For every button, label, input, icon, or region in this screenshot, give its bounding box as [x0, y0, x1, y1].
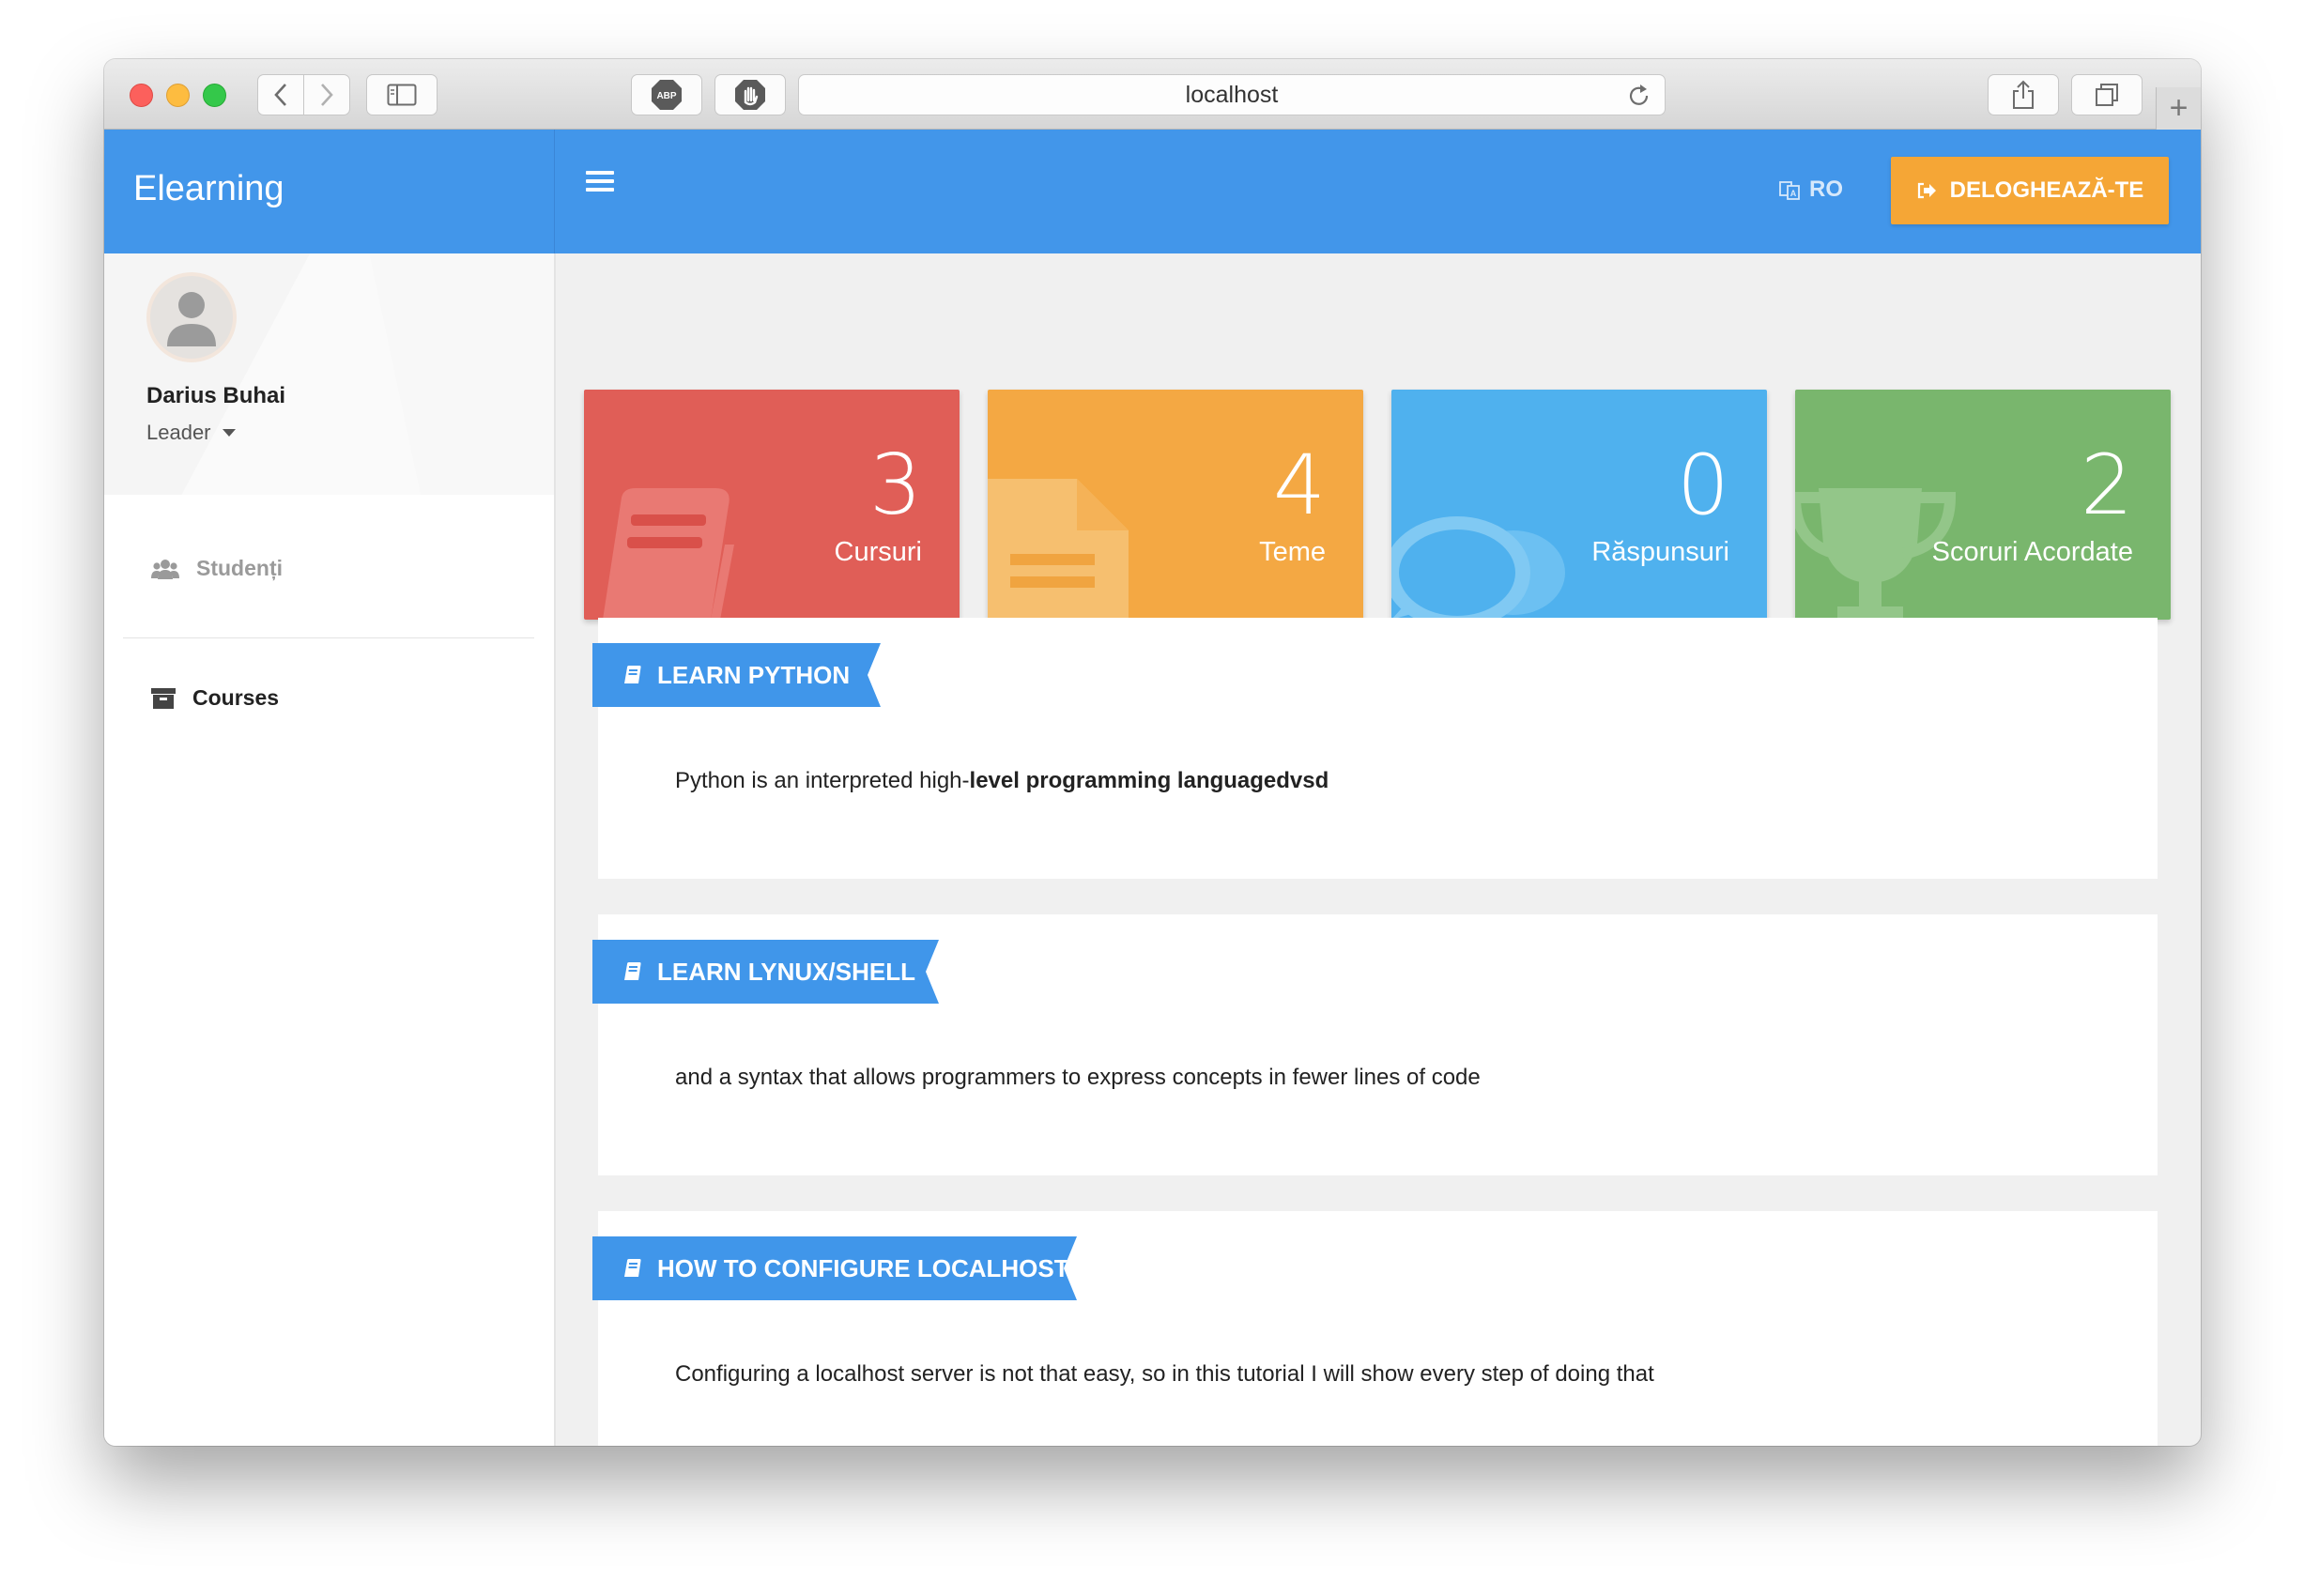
course-title-ribbon[interactable]: LEARN PYTHON: [592, 643, 881, 707]
chevron-left-icon: [274, 84, 286, 106]
stat-card-scores[interactable]: 2 Scoruri Acordate: [1795, 390, 2171, 620]
share-icon: [2013, 80, 2034, 109]
url-text: localhost: [1185, 81, 1279, 108]
sidebar-toggle-button[interactable]: [366, 74, 438, 115]
minimize-window-button[interactable]: [166, 84, 190, 107]
adblock-button[interactable]: ABP: [631, 74, 702, 115]
sidebar-item-students[interactable]: Studenți: [151, 556, 283, 581]
caret-down-icon: [222, 429, 236, 437]
chat-icon: [1391, 516, 1565, 620]
language-icon: A: [1779, 181, 1800, 200]
logout-button[interactable]: DELOGHEAZĂ-TE: [1891, 157, 2169, 224]
user-name: Darius Buhai: [146, 383, 286, 408]
back-button[interactable]: [257, 74, 304, 115]
document-icon: [988, 479, 1129, 620]
sidebar-divider: [123, 637, 534, 638]
reload-icon[interactable]: [1627, 83, 1651, 109]
course-description: Configuring a localhost server is not th…: [675, 1361, 1654, 1387]
svg-text:ABP: ABP: [656, 91, 676, 101]
maximize-window-button[interactable]: [203, 84, 226, 107]
stat-card-answers[interactable]: 0 Răspunsuri: [1391, 390, 1767, 620]
archive-icon: [151, 687, 176, 709]
stat-card-assignments[interactable]: 4 Teme: [988, 390, 1363, 620]
user-profile: Darius Buhai Leader: [104, 253, 554, 495]
forward-button[interactable]: [303, 74, 350, 115]
stat-value: 2: [2081, 437, 2133, 533]
course-description: Python is an interpreted high-level prog…: [675, 768, 1329, 793]
chevron-right-icon: [321, 84, 333, 106]
sidebar-item-courses[interactable]: Courses: [151, 685, 279, 711]
course-description: and a syntax that allows programmers to …: [675, 1065, 1481, 1090]
extension-button[interactable]: [714, 74, 786, 115]
book-icon: [622, 665, 642, 685]
hand-stop-icon: [735, 80, 765, 110]
svg-text:A: A: [1790, 189, 1797, 198]
user-role-label: Leader: [146, 421, 211, 444]
logout-label: DELOGHEAZĂ-TE: [1949, 177, 2144, 203]
app-header: Elearning A RO DELOGHEAZĂ-TE: [104, 130, 2201, 253]
stat-label: Cursuri: [834, 537, 922, 567]
course-title: LEARN PYTHON: [657, 660, 851, 689]
course-title-ribbon[interactable]: HOW TO CONFIGURE LOCALHOST: [592, 1236, 1077, 1300]
book-icon: [622, 961, 642, 982]
stat-label: Scoruri Acordate: [1931, 537, 2133, 567]
plus-icon: +: [2169, 90, 2189, 126]
user-role-dropdown[interactable]: Leader: [146, 421, 236, 445]
book-icon: [603, 488, 734, 620]
show-tabs-button[interactable]: [2071, 74, 2143, 115]
sidebar-item-label: Courses: [192, 685, 280, 710]
users-icon: [151, 559, 179, 579]
stat-value: 0: [1677, 437, 1729, 533]
hamburger-icon: [586, 171, 614, 192]
user-icon: [167, 292, 216, 346]
course-card: HOW TO CONFIGURE LOCALHOST Configuring a…: [598, 1211, 2158, 1446]
language-switch[interactable]: A RO: [1779, 176, 1843, 203]
language-label: RO: [1809, 176, 1843, 202]
stat-value: 3: [869, 437, 922, 533]
sign-out-icon: [1917, 182, 1936, 199]
course-title: HOW TO CONFIGURE LOCALHOST: [657, 1253, 1069, 1282]
sidebar-item-label: Studenți: [196, 556, 283, 580]
browser-toolbar: ABP localhost +: [104, 59, 2201, 130]
stat-label: Teme: [1259, 537, 1326, 567]
close-window-button[interactable]: [130, 84, 153, 107]
stat-card-courses[interactable]: 3 Cursuri: [584, 390, 960, 620]
sidebar-icon: [387, 84, 417, 106]
course-card: LEARN LYNUX/SHELL and a syntax that allo…: [598, 914, 2158, 1175]
tabs-icon: [2096, 84, 2118, 106]
course-title: LEARN LYNUX/SHELL: [657, 957, 915, 986]
brand-logo[interactable]: Elearning: [133, 169, 284, 209]
sidebar: Darius Buhai Leader Studenți Courses: [104, 253, 556, 1446]
address-bar[interactable]: localhost: [798, 74, 1666, 115]
course-title-ribbon[interactable]: LEARN LYNUX/SHELL: [592, 940, 939, 1004]
course-card: LEARN PYTHON Python is an interpreted hi…: [598, 618, 2158, 879]
menu-toggle-button[interactable]: [586, 169, 614, 198]
book-icon: [622, 1258, 642, 1279]
adblock-icon: ABP: [652, 80, 682, 110]
brand-area: Elearning: [104, 130, 555, 253]
share-button[interactable]: [1988, 74, 2059, 115]
browser-window: ABP localhost + Elearning A RO DELOGHEAZ…: [104, 59, 2201, 1446]
stat-value: 4: [1273, 437, 1326, 533]
stat-label: Răspunsuri: [1591, 537, 1729, 567]
avatar[interactable]: [146, 272, 237, 362]
new-tab-button[interactable]: +: [2156, 87, 2201, 130]
